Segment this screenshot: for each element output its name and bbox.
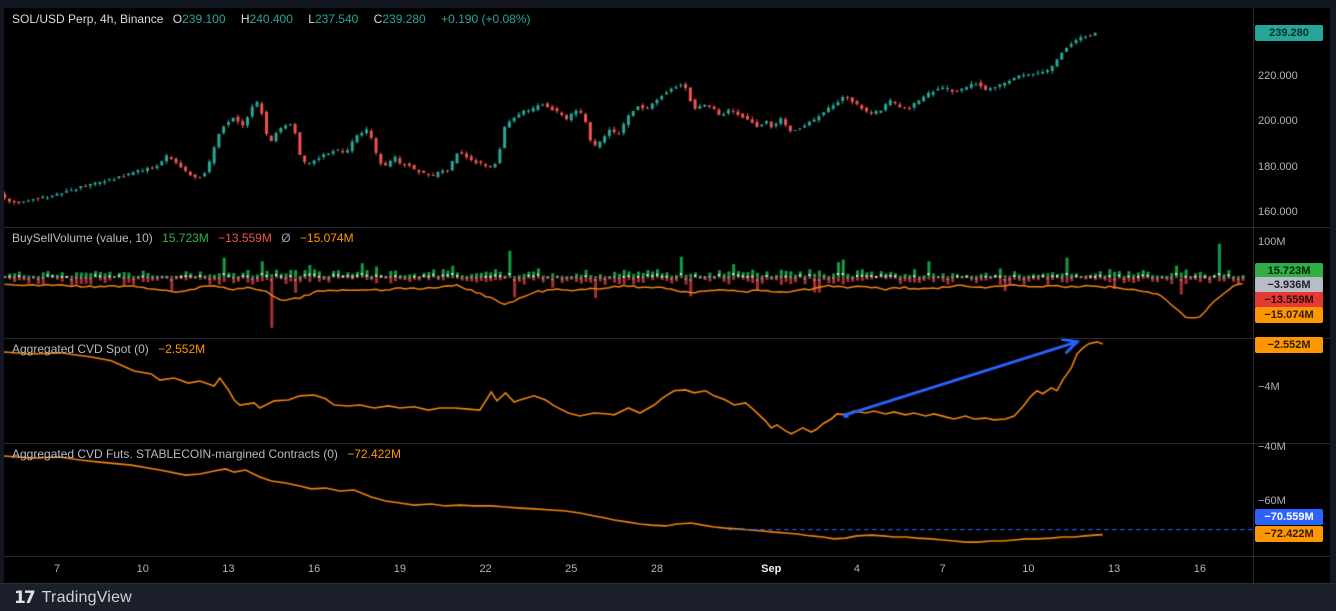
time-label: Sep (761, 563, 781, 575)
price-value-badge: 239.280 (1255, 25, 1323, 41)
price-axis-label: 160.000 (1258, 206, 1298, 218)
volume-avg-value: −15.074M (300, 231, 354, 245)
cvd_futures-axis-label: −60M (1258, 495, 1286, 507)
pane-divider[interactable] (4, 227, 1330, 228)
price-axis-label: 180.000 (1258, 161, 1298, 173)
time-label: 25 (565, 563, 577, 575)
cvd_futures-axis-label: −40M (1258, 441, 1286, 453)
cvd-spot-value: −2.552M (158, 342, 205, 356)
volume-indicator-title[interactable]: BuySellVolume (value, 10) (12, 231, 153, 245)
bottom-toolbar: 17 TradingView (0, 583, 1336, 611)
cvd-spot-indicator-title[interactable]: Aggregated CVD Spot (0) (12, 342, 149, 356)
time-axis[interactable]: 7 10 13 16 19 22 25 28 Sep 4 7 10 13 16 (4, 556, 1253, 583)
symbol-title[interactable]: SOL/USD Perp, 4h, Binance (12, 12, 163, 26)
time-label: 10 (137, 563, 149, 575)
volume-sell-value: −13.559M (218, 231, 272, 245)
pane-divider[interactable] (4, 338, 1330, 339)
tradingview-logo-text[interactable]: TradingView (42, 589, 132, 607)
ohlc-low: L237.540 (308, 12, 364, 26)
cvd_futures-value-badge: −72.422M (1255, 526, 1323, 542)
volume-pane-legend: BuySellVolume (value, 10) 15.723M −13.55… (12, 231, 360, 245)
volume-value-badge: −3.936M (1255, 277, 1323, 293)
time-label: 28 (651, 563, 663, 575)
chart-canvas[interactable] (4, 8, 1253, 583)
time-label: 13 (1108, 563, 1120, 575)
price-change: +0.190 (+0.08%) (441, 12, 530, 26)
time-label: 16 (308, 563, 320, 575)
cvd-futures-indicator-title[interactable]: Aggregated CVD Futs. STABLECOIN-margined… (12, 447, 338, 461)
cvd-futures-value: −72.422M (347, 447, 401, 461)
time-label: 4 (854, 563, 860, 575)
ohlc-close: C239.280 (374, 12, 432, 26)
price-axis-label: 200.000 (1258, 115, 1298, 127)
price-pane-legend: SOL/USD Perp, 4h, Binance O239.100 H240.… (12, 12, 536, 26)
ohlc-high: H240.400 (241, 12, 299, 26)
volume-buy-value: 15.723M (162, 231, 209, 245)
volume-value-badge: −13.559M (1255, 292, 1323, 308)
tradingview-logo-icon[interactable]: 17 (14, 588, 34, 608)
cvd_futures-value-badge: −70.559M (1255, 509, 1323, 525)
time-label: 19 (394, 563, 406, 575)
cvd_spot-value-badge: −2.552M (1255, 337, 1323, 353)
price-axis[interactable]: 220.000200.000180.000160.000239.280100M1… (1254, 8, 1330, 583)
tradingview-chart-window: SOL/USD Perp, 4h, Binance O239.100 H240.… (0, 0, 1336, 611)
price-axis-label: 220.000 (1258, 70, 1298, 82)
cvd-futures-pane-legend: Aggregated CVD Futs. STABLECOIN-margined… (12, 447, 407, 461)
volume-axis-label: 100M (1258, 236, 1286, 248)
volume-value-badge: −15.074M (1255, 307, 1323, 323)
time-label: 16 (1194, 563, 1206, 575)
time-label: 7 (940, 563, 946, 575)
cvd_spot-axis-label: −4M (1258, 381, 1280, 393)
cvd-spot-pane-legend: Aggregated CVD Spot (0) −2.552M (12, 342, 211, 356)
time-label: 10 (1022, 563, 1034, 575)
ohlc-open: O239.100 (173, 12, 232, 26)
volume-avg-symbol: Ø (281, 231, 290, 245)
time-label: 7 (54, 563, 60, 575)
time-label: 22 (479, 563, 491, 575)
time-label: 13 (222, 563, 234, 575)
pane-divider[interactable] (4, 443, 1330, 444)
